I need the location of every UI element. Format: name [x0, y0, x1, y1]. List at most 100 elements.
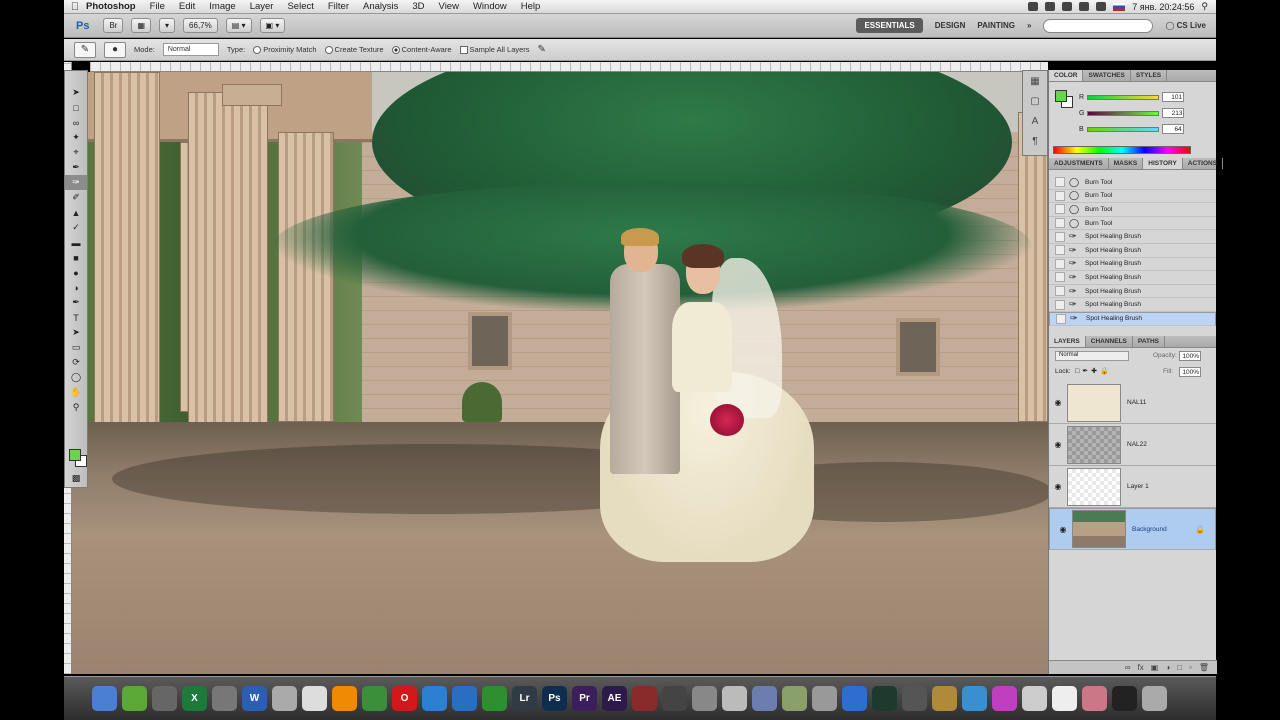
tools-icon[interactable] [752, 686, 777, 711]
type-content-aware-radio[interactable]: Content-Aware [391, 45, 452, 54]
eye-icon[interactable]: ◉ [1049, 440, 1067, 449]
tab-masks[interactable]: MASKS [1109, 158, 1144, 169]
new-layer-icon[interactable]: ▫ [1189, 663, 1192, 672]
lock-icons[interactable]: □✒✚🔒 [1075, 367, 1112, 375]
network-icon[interactable] [782, 686, 807, 711]
cursor-icon[interactable] [1052, 686, 1077, 711]
tab-color[interactable]: COLOR [1049, 70, 1084, 81]
itunes-icon[interactable] [452, 686, 477, 711]
search-input[interactable] [1043, 18, 1154, 33]
history-source-box[interactable] [1055, 245, 1065, 256]
new-group-icon[interactable]: □ [1177, 663, 1182, 672]
history-source-box[interactable] [1056, 313, 1066, 324]
tab-swatches[interactable]: SWATCHES [1083, 70, 1131, 81]
mode-select[interactable]: Normal [162, 43, 219, 56]
wifi-icon[interactable] [1062, 2, 1073, 11]
history-source-box[interactable] [1055, 272, 1065, 283]
trash-icon[interactable] [1142, 686, 1167, 711]
zoom-level[interactable]: 66,7% [183, 18, 218, 33]
slider-track[interactable] [1087, 110, 1160, 116]
history-row[interactable]: ◯ Burn Tool [1049, 176, 1216, 190]
screen-mode-button[interactable]: ▣ ▾ [259, 18, 286, 33]
word-icon[interactable]: W [242, 686, 267, 711]
pressure-icon[interactable]: ✎ [538, 44, 546, 55]
eye-icon[interactable]: ◉ [1049, 398, 1067, 407]
disk-utility-icon[interactable] [692, 686, 717, 711]
shape-tool-icon[interactable]: ▭ [65, 340, 87, 355]
history-row[interactable]: ◯ Burn Tool [1049, 217, 1216, 231]
history-brush-tool-icon[interactable]: ✓ [65, 220, 87, 235]
blend-mode-select[interactable]: Normal [1055, 351, 1129, 361]
slider-red[interactable]: R 101 [1079, 92, 1185, 102]
panel-character-icon[interactable]: A [1023, 111, 1047, 131]
history-row[interactable]: ✑ Spot Healing Brush [1049, 298, 1216, 312]
menu-help[interactable]: Help [521, 1, 541, 12]
vlc-icon[interactable] [332, 686, 357, 711]
gradient-tool-icon[interactable]: ■ [65, 250, 87, 265]
foreground-color-swatch[interactable] [69, 449, 81, 461]
eye-icon[interactable]: ◉ [1049, 482, 1067, 491]
bluetooth-icon[interactable] [1045, 2, 1056, 11]
hand-tool-icon[interactable]: ✋ [65, 385, 87, 400]
minibridge-button[interactable]: ▦ [131, 18, 152, 33]
history-row[interactable]: ✑ Spot Healing Brush [1049, 271, 1216, 285]
link-layers-icon[interactable]: ∞ [1125, 663, 1131, 672]
messages-icon[interactable] [122, 686, 147, 711]
history-row[interactable]: ✑ Spot Healing Brush [1049, 230, 1216, 244]
crop-tool-icon[interactable]: ⌖ [65, 145, 87, 160]
text-icon[interactable] [1022, 686, 1047, 711]
layer-row-selected[interactable]: ◉ Background 🔒 [1049, 508, 1216, 550]
zoom-tool-icon[interactable]: ⚲ [65, 400, 87, 415]
spot-healing-tool-icon[interactable]: ✑ [65, 175, 87, 190]
slider-blue[interactable]: B 64 [1079, 124, 1184, 134]
finder-icon[interactable] [92, 686, 117, 711]
menu-edit[interactable]: Edit [179, 1, 195, 12]
appstore-icon[interactable] [842, 686, 867, 711]
layer-row[interactable]: ◉ Layer 1 [1049, 466, 1216, 508]
flash-icon[interactable] [632, 686, 657, 711]
brush-tool-icon[interactable]: ✐ [65, 190, 87, 205]
channel-value[interactable]: 101 [1162, 92, 1185, 102]
color-panel-fg-swatch[interactable] [1055, 90, 1067, 102]
layer-row[interactable]: ◉ NAL11 [1049, 382, 1216, 424]
menu-view[interactable]: View [439, 1, 459, 12]
spotlight-icon[interactable]: ⚲ [1201, 1, 1208, 12]
aftereffects-icon[interactable]: AE [602, 686, 627, 711]
android-icon[interactable] [362, 686, 387, 711]
history-row[interactable]: ✑ Spot Healing Brush [1049, 258, 1216, 272]
history-row[interactable]: ◯ Burn Tool [1049, 190, 1216, 204]
3d-rotate-tool-icon[interactable]: ⟳ [65, 355, 87, 370]
menu-window[interactable]: Window [473, 1, 507, 12]
workspace-painting[interactable]: PAINTING [977, 21, 1015, 30]
mail-icon[interactable] [722, 686, 747, 711]
3d-orbit-tool-icon[interactable]: ◯ [65, 370, 87, 385]
user-icon[interactable] [1082, 686, 1107, 711]
eyedropper-tool-icon[interactable]: ✒ [65, 160, 87, 175]
excel-icon[interactable]: X [182, 686, 207, 711]
channel-value[interactable]: 213 [1162, 108, 1185, 118]
document-canvas[interactable] [72, 72, 1048, 674]
blur-tool-icon[interactable]: ● [65, 265, 87, 280]
lightroom-icon[interactable]: Lr [512, 686, 537, 711]
type-tool-icon[interactable]: T [65, 310, 87, 325]
input-source-flag-icon[interactable] [1113, 2, 1126, 11]
move-tool-icon[interactable]: ➤ [65, 85, 87, 100]
dashboard-icon[interactable] [212, 686, 237, 711]
panel-3d-icon[interactable]: ▦ [1023, 71, 1047, 91]
arrange-button[interactable]: ▤ ▾ [225, 18, 252, 33]
adjustment-layer-icon[interactable]: ◑ [1165, 663, 1170, 672]
layer-name[interactable]: NAL22 [1127, 441, 1147, 448]
opacity-input[interactable]: 100% [1179, 351, 1201, 361]
workspace-essentials[interactable]: ESSENTIALS [856, 18, 923, 33]
marquee-tool-icon[interactable]: □ [65, 100, 87, 115]
history-source-box[interactable] [1055, 190, 1065, 201]
menu-filter[interactable]: Filter [328, 1, 349, 12]
tab-channels[interactable]: CHANNELS [1086, 336, 1133, 347]
quick-mask-icon[interactable]: ▩ [65, 471, 87, 486]
slider-track[interactable] [1086, 126, 1159, 132]
slider-green[interactable]: G 213 [1079, 108, 1185, 118]
layer-row[interactable]: ◉ NAL22 [1049, 424, 1216, 466]
layer-thumbnail[interactable] [1072, 510, 1126, 548]
terminal-icon[interactable] [1112, 686, 1137, 711]
history-row[interactable]: ◯ Burn Tool [1049, 203, 1216, 217]
